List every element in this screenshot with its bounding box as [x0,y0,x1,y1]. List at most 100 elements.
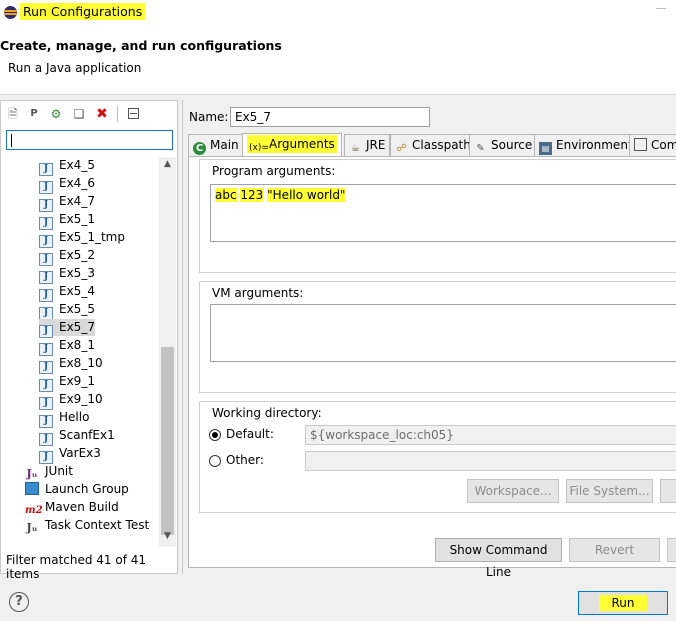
tree-item[interactable]: J Ex4_5 [39,157,95,176]
tab-source-label: Source [491,138,533,152]
scrollbar-thumb[interactable] [161,347,174,535]
tab-main-label: Main [210,138,239,152]
tree-item[interactable]: J Ex5_5 [39,301,95,320]
filter-status: Filter matched 41 of 41 items [6,553,147,581]
tree-item-label: Hello [59,410,90,424]
export-icon[interactable]: ⚙ [48,106,64,122]
minimize-button[interactable] [656,8,666,9]
tab-classpath-label: Classpath [412,138,471,152]
delete-icon[interactable]: ✖ [94,106,110,122]
tree-item[interactable]: Jᵤ JUnit [25,463,73,480]
tree-item[interactable]: J Ex5_7 [39,319,95,338]
tree-item[interactable]: J ScanfEx1 [39,427,115,446]
arguments-tab-content: Program arguments: abc 123 "Hello world"… [188,156,676,568]
tab-environment[interactable]: ▤ Environment [534,134,638,156]
toolbar-separator [117,106,118,122]
tree-item[interactable]: J Ex8_1 [39,337,95,356]
tree-item[interactable]: J Ex9_10 [39,391,103,410]
tree-item-label: Ex5_4 [59,284,95,298]
tree-item[interactable]: J Ex5_3 [39,265,95,284]
tree-item-label: Ex5_2 [59,248,95,262]
configuration-editor: Name: Ex5_7 C Main (x)=Arguments ☕ JRE ☍ Cl… [182,100,676,579]
eclipse-icon [4,6,17,19]
tree-item[interactable]: J Ex5_2 [39,247,95,266]
program-arguments-textarea[interactable]: abc 123 "Hello world" [210,184,676,242]
duplicate-icon[interactable]: ❏ [71,106,87,122]
tab-arguments[interactable]: (x)=Arguments [242,133,342,157]
tree-item[interactable]: Jᵤ Task Context Test [25,517,150,534]
arguments-icon: (x)= [249,143,269,153]
main-icon: C [193,142,206,155]
tree-item[interactable]: J VarEx3 [39,445,101,464]
tab-common[interactable]: Com [629,134,676,156]
configuration-tree: J Ex4_5 J Ex4_6 J Ex4_7 J Ex5_1 J Ex5_1_tmp J Ex5_2… [1,157,159,547]
tab-arguments-label: Arguments [269,137,335,151]
tab-jre[interactable]: ☕ JRE [344,134,391,156]
tree-item-label: Ex5_1 [59,212,95,226]
tree-item[interactable]: J Ex8_10 [39,355,103,374]
tab-common-label: Com [651,138,676,152]
argument-token: 123 [240,188,264,202]
apply-button[interactable] [667,538,676,562]
other-directory-field[interactable] [305,451,676,471]
argument-token: "Hello world" [267,188,346,202]
tree-item-label: Ex9_1 [59,374,95,388]
variables-button[interactable]: V [660,479,676,503]
tree-item-label: Ex5_7 [59,320,95,334]
new-prototype-icon[interactable]: P [26,106,42,122]
tree-item[interactable]: J Hello [39,409,90,428]
launch-group-icon [25,482,39,495]
run-button-label: Run [599,595,647,611]
tree-item-label: Ex5_1_tmp [59,230,125,244]
tree-item[interactable]: J Ex9_1 [39,373,95,392]
text-cursor [11,134,12,147]
program-arguments-group: Program arguments: abc 123 "Hello world" [199,159,676,273]
tree-item-label: Ex5_3 [59,266,95,280]
file-system-button[interactable]: File System... [566,479,653,503]
tab-environment-label: Environment [556,138,633,152]
name-input[interactable]: Ex5_7 [230,107,430,127]
tree-item-label: Ex8_1 [59,338,95,352]
tree-item[interactable]: J Ex5_4 [39,283,95,302]
show-command-line-button[interactable]: Show Command Line [435,538,562,579]
tree-item-label: Ex4_7 [59,194,95,208]
help-icon[interactable]: ? [9,592,29,612]
filter-input[interactable] [6,130,173,150]
tree-item[interactable]: J Ex4_7 [39,193,95,212]
vm-arguments-group: VM arguments: [199,281,676,393]
vm-arguments-textarea[interactable] [210,304,676,362]
tree-item[interactable]: Launch Group [25,481,129,498]
default-radio[interactable] [209,429,221,441]
tree-item[interactable]: J Ex4_6 [39,175,95,194]
tab-main[interactable]: C Main [188,134,244,156]
dialog-header: Create, manage, and run configurations R… [0,28,676,95]
tree-item[interactable]: J Ex5_1 [39,211,95,230]
default-label: Default: [226,427,274,441]
source-icon: ✎ [476,143,485,154]
run-button[interactable]: Run [578,591,668,615]
window-title: Run Configurations [20,3,146,20]
classpath-icon: ☍ [396,143,407,154]
revert-button[interactable]: Revert [569,538,660,562]
tree-item[interactable]: m2 Maven Build [25,499,119,516]
tree-item-label: VarEx3 [59,446,101,460]
tab-classpath[interactable]: ☍ Classpath [390,134,476,156]
tree-item-label: Launch Group [45,482,129,496]
collapse-all-icon[interactable] [126,106,142,122]
scroll-down-icon[interactable]: ▼ [161,531,174,545]
title-bar: Run Configurations [0,0,676,28]
tree-item-label: Ex4_6 [59,176,95,190]
configuration-list-panel: 🗎 P ⚙ ❏ ✖ J Ex4_5 J Ex4_6 J Ex4_7 J Ex5_1 J Ex5_1… [0,100,178,581]
other-label: Other: [226,453,264,467]
tree-item[interactable]: J Ex5_1_tmp [39,229,125,248]
tree-item-label: ScanfEx1 [59,428,115,442]
default-directory-field: ${workspace_loc:ch05} [305,425,676,445]
tree-item-label: Maven Build [45,500,119,514]
workspace-button[interactable]: Workspace... [467,479,559,503]
new-configuration-icon[interactable]: 🗎 [5,106,21,122]
other-radio[interactable] [209,455,221,467]
tab-source[interactable]: ✎ Source [469,134,538,156]
junit-icon: Jᵤ [26,467,38,480]
scroll-up-icon[interactable]: ▲ [161,159,174,173]
environment-icon: ▤ [539,142,552,155]
